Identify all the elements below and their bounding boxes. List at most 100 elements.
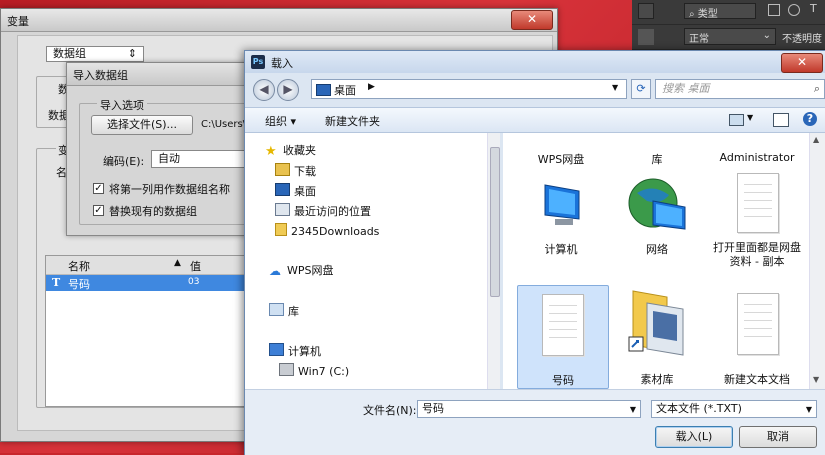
variable-value: 03 bbox=[188, 277, 200, 287]
filename-dropdown-icon[interactable]: ▼ bbox=[630, 402, 636, 418]
drive-icon bbox=[279, 363, 294, 376]
tree-item-label: 下载 bbox=[294, 165, 316, 178]
text-filter-icon[interactable]: T bbox=[810, 2, 817, 15]
computer-icon bbox=[269, 343, 284, 356]
tree-item-label: 库 bbox=[288, 305, 299, 318]
load-button[interactable]: 载入(L) bbox=[655, 426, 733, 448]
file-label-library[interactable]: 库 bbox=[613, 151, 701, 167]
forward-arrow-icon[interactable]: ▶ bbox=[277, 79, 299, 101]
text-variable-icon: T bbox=[52, 276, 61, 289]
text-document-icon bbox=[737, 173, 779, 233]
file-label: 计算机 bbox=[544, 243, 578, 256]
file-item-material-library[interactable]: 素材库 bbox=[613, 285, 701, 387]
variables-dialog-title: 变量 bbox=[7, 15, 29, 28]
breadcrumb-arrow-icon[interactable]: ▶ bbox=[368, 82, 375, 92]
dataset-select[interactable]: 数据组 ⇕ bbox=[46, 46, 144, 62]
tree-item-label: 最近访问的位置 bbox=[294, 205, 371, 218]
library-icon bbox=[269, 303, 284, 316]
first-column-checkbox[interactable]: ✓ bbox=[93, 183, 104, 194]
tree-item-label: 计算机 bbox=[288, 345, 321, 358]
layer-kind-filter[interactable]: ⌕ 类型 bbox=[684, 3, 756, 20]
sort-up-icon: ▲ bbox=[174, 258, 181, 268]
tree-item-recent[interactable]: 最近访问的位置 bbox=[275, 203, 371, 219]
tree-item-label: WPS网盘 bbox=[287, 264, 334, 277]
filename-input[interactable]: 号码 ▼ bbox=[417, 400, 641, 418]
load-dialog-titlebar[interactable]: Ps 载入 ✕ bbox=[245, 51, 825, 73]
first-column-label: 将第一列用作数据组名称 bbox=[109, 183, 230, 196]
file-item-computer[interactable]: 计算机 bbox=[517, 173, 605, 257]
filetype-dropdown-icon[interactable]: ▼ bbox=[806, 402, 812, 418]
variables-close-button[interactable]: ✕ bbox=[511, 10, 553, 30]
organize-menu[interactable]: 组织 ▾ bbox=[265, 113, 296, 129]
text-document-icon bbox=[542, 294, 584, 356]
replace-datasets-checkbox[interactable]: ✓ bbox=[93, 205, 104, 216]
load-file-dialog: Ps 载入 ✕ ◀ ▶ 桌面 ▶ ▼ ⟳ 搜索 桌面 ⌕ 组织 ▾ 新建文件夹 … bbox=[244, 50, 825, 455]
tree-item-downloads[interactable]: 下载 bbox=[275, 163, 316, 179]
pixel-filter-icon[interactable] bbox=[768, 4, 780, 16]
load-close-button[interactable]: ✕ bbox=[781, 53, 823, 73]
load-dialog-title: 载入 bbox=[271, 57, 293, 70]
file-label: 新建文本文档 bbox=[724, 373, 790, 386]
search-placeholder: 搜索 桌面 bbox=[662, 82, 710, 95]
folder-shortcut-icon bbox=[628, 290, 684, 356]
blend-mode-label: 正常 bbox=[689, 34, 709, 45]
variables-list[interactable]: 名称 ▲ 值 T 号码 03 bbox=[45, 255, 247, 407]
tree-item-desktop[interactable]: 桌面 bbox=[275, 183, 316, 199]
file-label: 号码 bbox=[552, 374, 574, 387]
tree-item-drive-c[interactable]: Win7 (C:) bbox=[279, 363, 349, 379]
folder-icon bbox=[275, 223, 287, 236]
opacity-label: 不透明度 bbox=[782, 34, 822, 45]
column-value-header[interactable]: 值 bbox=[190, 258, 201, 274]
encoding-label: 编码(E): bbox=[103, 155, 145, 168]
encoding-value: 自动 bbox=[158, 152, 180, 165]
select-file-button[interactable]: 选择文件(S)... bbox=[91, 115, 193, 135]
address-bar[interactable]: 桌面 ▶ ▼ bbox=[311, 79, 627, 99]
tree-item-library[interactable]: 库 bbox=[269, 303, 299, 319]
variables-dialog-titlebar[interactable]: 变量 ✕ bbox=[1, 9, 557, 32]
view-dropdown-icon[interactable]: ▼ bbox=[747, 113, 753, 122]
cancel-button[interactable]: 取消 bbox=[739, 426, 817, 448]
import-dialog-titlebar[interactable]: 导入数据组 bbox=[67, 63, 257, 86]
search-icon[interactable]: ⌕ bbox=[814, 80, 820, 98]
file-item-haoma[interactable]: 号码 bbox=[517, 285, 609, 389]
help-icon[interactable]: ? bbox=[803, 112, 817, 126]
preview-pane-icon[interactable] bbox=[773, 113, 789, 127]
scroll-up-icon[interactable]: ▲ bbox=[813, 135, 819, 144]
address-dropdown-icon[interactable]: ▼ bbox=[612, 83, 618, 92]
panel-menu-icon[interactable] bbox=[638, 3, 654, 19]
tree-item-label: 收藏夹 bbox=[283, 144, 316, 157]
file-label-administrator[interactable]: Administrator bbox=[713, 151, 801, 164]
filename-label: 文件名(N): bbox=[363, 404, 417, 417]
spinner-arrows-icon: ⇕ bbox=[127, 47, 137, 60]
blend-mode-select[interactable]: 正常 ⌄ bbox=[684, 28, 776, 45]
column-name-header[interactable]: 名称 bbox=[68, 258, 90, 274]
encoding-select[interactable]: 自动 bbox=[151, 150, 255, 168]
load-toolbar: 组织 ▾ 新建文件夹 ▼ ? bbox=[245, 107, 825, 133]
tree-item-2345downloads[interactable]: 2345Downloads bbox=[275, 223, 379, 239]
navigation-scroll-thumb[interactable] bbox=[490, 147, 500, 297]
file-item-new-text-document[interactable]: 新建文本文档 bbox=[713, 285, 801, 387]
back-arrow-icon[interactable]: ◀ bbox=[253, 79, 275, 101]
download-folder-icon bbox=[275, 163, 290, 176]
navigation-scrollbar[interactable] bbox=[487, 133, 500, 389]
refresh-icon[interactable]: ⟳ bbox=[631, 79, 651, 99]
tree-item-wps-cloud[interactable]: ☁ WPS网盘 bbox=[269, 263, 334, 279]
new-folder-button[interactable]: 新建文件夹 bbox=[325, 113, 380, 129]
table-row[interactable]: T 号码 03 bbox=[46, 275, 246, 291]
view-mode-icon[interactable] bbox=[729, 114, 744, 126]
file-label: 素材库 bbox=[640, 373, 674, 386]
tree-item-favorites[interactable]: ★ 收藏夹 bbox=[265, 143, 316, 159]
variable-name: 号码 bbox=[68, 278, 90, 291]
scroll-down-icon[interactable]: ▼ bbox=[813, 375, 819, 384]
adjustment-filter-icon[interactable] bbox=[788, 4, 800, 16]
filetype-select[interactable]: 文本文件 (*.TXT) ▼ bbox=[651, 400, 817, 418]
import-dataset-dialog: 导入数据组 导入选项 选择文件(S)... C:\Users\ 编码(E): 自… bbox=[66, 62, 258, 236]
search-input[interactable]: 搜索 桌面 ⌕ bbox=[655, 79, 825, 99]
file-item-netdisk-copy[interactable]: 打开里面都是网盘资料 - 副本 bbox=[713, 173, 801, 283]
file-list-scrollbar[interactable]: ▲ ▼ bbox=[809, 133, 825, 389]
tree-item-computer[interactable]: 计算机 bbox=[269, 343, 321, 359]
file-label-wps[interactable]: WPS网盘 bbox=[517, 151, 605, 167]
navigation-pane: ★ 收藏夹 下载 桌面 最近访问的位置 2345Downloads ☁ WPS网盘 … bbox=[245, 133, 500, 389]
photoshop-logo-icon: Ps bbox=[251, 55, 265, 69]
file-item-network[interactable]: 网络 bbox=[613, 173, 701, 257]
